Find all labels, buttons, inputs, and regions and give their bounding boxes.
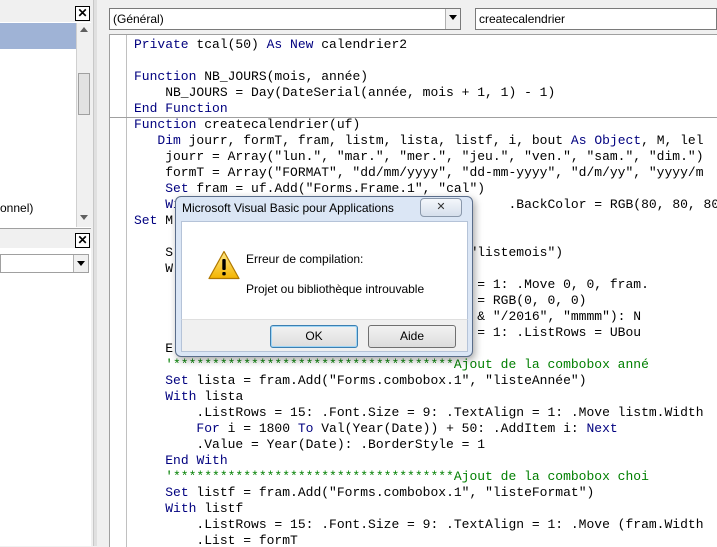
code-margin[interactable] bbox=[110, 35, 127, 547]
properties-pane: ✕ bbox=[0, 232, 91, 546]
close-icon[interactable]: ✕ bbox=[75, 6, 90, 21]
dialog-body: Erreur de compilation: Projet ou bibliot… bbox=[181, 221, 468, 320]
procedure-select-value: createcalendrier bbox=[479, 12, 566, 26]
code-line[interactable]: Set listf = fram.Add("Forms.combobox.1",… bbox=[134, 485, 717, 501]
project-explorer-scrollbar[interactable] bbox=[76, 23, 91, 227]
chevron-down-icon[interactable] bbox=[73, 255, 88, 272]
object-select-value: (Général) bbox=[113, 12, 164, 26]
code-line[interactable]: Set lista = fram.Add("Forms.combobox.1",… bbox=[134, 373, 717, 389]
properties-object-select[interactable] bbox=[0, 254, 89, 273]
project-explorer-pane: ✕ onnel) bbox=[0, 4, 91, 229]
code-line[interactable]: With listf bbox=[134, 501, 717, 517]
error-message-title: Erreur de compilation: bbox=[246, 252, 364, 266]
tree-item[interactable]: onnel) bbox=[0, 201, 33, 215]
code-line[interactable]: .ListRows = 15: .Font.Size = 9: .TextAli… bbox=[134, 517, 717, 533]
code-line[interactable]: .ListRows = 15: .Font.Size = 9: .TextAli… bbox=[134, 405, 717, 421]
chevron-down-icon[interactable] bbox=[445, 9, 460, 29]
object-select[interactable]: (Général) bbox=[109, 8, 461, 30]
dialog-footer: OK Aide bbox=[181, 319, 468, 352]
close-icon[interactable]: ✕ bbox=[420, 198, 462, 217]
code-line[interactable]: For i = 1800 To Val(Year(Date)) + 50: .A… bbox=[134, 421, 717, 437]
code-line[interactable]: Dim jourr, formT, fram, listm, lista, li… bbox=[134, 133, 717, 149]
code-line[interactable]: Function NB_JOURS(mois, année) bbox=[134, 69, 717, 85]
code-line[interactable] bbox=[134, 53, 717, 69]
warning-icon bbox=[208, 250, 240, 280]
code-line[interactable]: With lista bbox=[134, 389, 717, 405]
error-dialog: Microsoft Visual Basic pour Applications… bbox=[175, 196, 473, 357]
code-line[interactable]: Function createcalendrier(uf) bbox=[110, 117, 717, 133]
code-line[interactable]: NB_JOURS = Day(DateSerial(année, mois + … bbox=[134, 85, 717, 101]
dialog-title: Microsoft Visual Basic pour Applications bbox=[182, 201, 394, 215]
scroll-up-icon[interactable] bbox=[80, 27, 88, 32]
code-line[interactable]: .Value = Year(Date): .BorderStyle = 1 bbox=[134, 437, 717, 453]
scroll-down-icon[interactable] bbox=[80, 215, 88, 220]
code-line[interactable]: Private tcal(50) As New calendrier2 bbox=[134, 37, 717, 53]
code-line[interactable]: '************************************Ajo… bbox=[134, 469, 717, 485]
code-line[interactable]: End Function bbox=[134, 101, 717, 117]
close-icon[interactable]: ✕ bbox=[75, 233, 90, 248]
project-explorer-selected-band bbox=[0, 23, 76, 49]
code-line[interactable]: Set fram = uf.Add("Forms.Frame.1", "cal"… bbox=[134, 181, 717, 197]
code-line[interactable]: jourr = Array("lun.", "mar.", "mer.", "j… bbox=[134, 149, 717, 165]
project-explorer-tree[interactable]: onnel) bbox=[0, 49, 76, 225]
procedure-select[interactable]: createcalendrier bbox=[475, 8, 717, 30]
help-button[interactable]: Aide bbox=[368, 325, 456, 348]
code-line[interactable]: End With bbox=[134, 453, 717, 469]
code-line[interactable]: '************************************Ajo… bbox=[134, 357, 717, 373]
error-message-detail: Projet ou bibliothèque introuvable bbox=[246, 282, 425, 296]
scroll-thumb[interactable] bbox=[78, 73, 90, 115]
code-line[interactable]: .List = formT bbox=[134, 533, 717, 547]
ok-button[interactable]: OK bbox=[270, 325, 358, 348]
code-line[interactable]: formT = Array("FORMAT", "dd/mm/yyyy", "d… bbox=[134, 165, 717, 181]
left-dock: ✕ onnel) ✕ bbox=[0, 0, 93, 546]
